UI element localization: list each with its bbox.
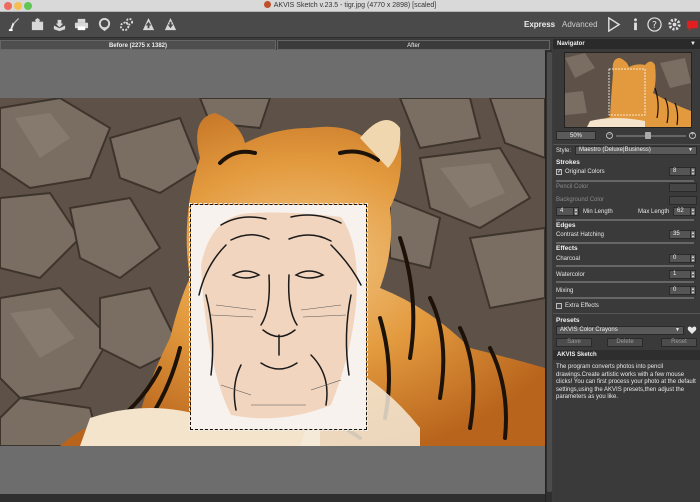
chevron-down-icon: ▼: [675, 327, 680, 333]
favorite-heart-icon[interactable]: [687, 325, 697, 335]
presets-dropdown[interactable]: AKVIS Color Crayons ▼: [556, 326, 684, 335]
run-icon[interactable]: [605, 16, 622, 33]
zoom-out-icon[interactable]: −: [606, 132, 613, 139]
extra-effects-checkbox[interactable]: [556, 303, 562, 309]
min-length-spinner[interactable]: ▲ ▼: [573, 207, 579, 216]
mixing-label: Mixing: [556, 288, 574, 294]
min-length-value[interactable]: 4: [556, 207, 574, 216]
delete-preset-button[interactable]: Delete: [607, 338, 643, 347]
original-colors-spinner[interactable]: ▲ ▼: [690, 167, 696, 176]
charcoal-value[interactable]: 0: [669, 254, 691, 263]
collapse-arrow-icon[interactable]: ▼: [690, 39, 696, 49]
view-tabs: Before (2275 x 1382) After: [0, 39, 552, 50]
divider: [553, 144, 700, 145]
strokes-header: Strokes: [556, 159, 580, 166]
presets-header: Presets: [556, 317, 580, 324]
share-icon[interactable]: [96, 16, 113, 33]
svg-text:?: ?: [652, 20, 657, 31]
tab-after[interactable]: After: [277, 40, 550, 50]
length-range-slider[interactable]: [556, 219, 694, 221]
settings-panel: Navigator ▼ 50% − + Style: Maestro (Delux…: [553, 39, 700, 502]
charcoal-slider[interactable]: [556, 265, 694, 267]
save-preset-button[interactable]: Save: [556, 338, 592, 347]
effects-header: Effects: [556, 245, 578, 252]
toolbar: Express Advanced ?: [0, 12, 700, 38]
mixing-spinner[interactable]: ▲ ▼: [690, 286, 696, 295]
print-icon[interactable]: [73, 16, 90, 33]
info-icon[interactable]: [627, 16, 644, 33]
horizontal-scrollbar[interactable]: [0, 494, 545, 502]
edges-header: Edges: [556, 222, 576, 229]
zoom-slider[interactable]: [616, 135, 686, 137]
background-color-swatch[interactable]: [669, 196, 697, 205]
original-colors-checkbox[interactable]: ✓: [556, 169, 562, 175]
zoom-slider-handle[interactable]: [645, 132, 651, 139]
background-color-label: Background Color: [556, 197, 605, 203]
window-title: AKVIS Sketch v.23.5 - tigr.jpg (4770 x 2…: [0, 1, 700, 9]
advanced-mode-button[interactable]: Advanced: [562, 20, 598, 29]
info-header: AKVIS Sketch: [553, 350, 700, 360]
chevron-down-icon: ▼: [688, 147, 693, 153]
notify-icon[interactable]: [684, 16, 700, 33]
zoom-in-icon[interactable]: +: [689, 132, 696, 139]
navigator-header[interactable]: Navigator ▼: [553, 39, 700, 49]
express-mode-button[interactable]: Express: [524, 20, 555, 29]
pencil-color-swatch[interactable]: [669, 183, 697, 192]
sketch-preview-area[interactable]: [189, 203, 368, 431]
min-length-label: Min Length: [583, 209, 613, 215]
tiger-photo: [0, 98, 545, 446]
help-icon[interactable]: ?: [646, 16, 663, 33]
watercolor-spinner[interactable]: ▲ ▼: [690, 270, 696, 279]
save-icon[interactable]: [51, 16, 68, 33]
title-bar: AKVIS Sketch v.23.5 - tigr.jpg (4770 x 2…: [0, 0, 700, 12]
navigator-thumbnail[interactable]: [564, 52, 692, 128]
style-label: Style:: [556, 148, 572, 154]
contrast-hatching-label: Contrast Hatching: [556, 232, 605, 238]
contrast-hatching-slider[interactable]: [556, 242, 694, 244]
watercolor-slider[interactable]: [556, 281, 694, 283]
original-colors-value[interactable]: 8: [669, 167, 691, 176]
charcoal-label: Charcoal: [556, 256, 581, 262]
open-icon[interactable]: [29, 16, 46, 33]
watercolor-label: Watercolor: [556, 272, 585, 278]
max-length-spinner[interactable]: ▲ ▼: [690, 207, 696, 216]
max-length-label: Max Length: [638, 209, 670, 215]
contrast-hatching-value[interactable]: 35: [669, 230, 691, 239]
style-dropdown[interactable]: Maestro (Deluxe|Business) ▼: [575, 146, 697, 155]
reset-preset-button[interactable]: Reset: [661, 338, 697, 347]
zoom-field[interactable]: 50%: [556, 131, 596, 140]
image-canvas[interactable]: [0, 50, 545, 494]
original-colors-slider[interactable]: [556, 180, 694, 182]
scrollbar-thumb[interactable]: [547, 52, 552, 492]
batch-icon[interactable]: [118, 16, 135, 33]
watercolor-value[interactable]: 1: [669, 270, 691, 279]
extra-effects-label: Extra Effects: [565, 303, 599, 309]
original-colors-label: Original Colors: [565, 169, 605, 175]
settings-icon[interactable]: [666, 16, 683, 33]
brush-logo-icon[interactable]: [6, 16, 23, 33]
tab-before[interactable]: Before (2275 x 1382): [0, 40, 276, 50]
download-icon[interactable]: [162, 16, 179, 33]
upload-icon[interactable]: [140, 16, 157, 33]
charcoal-spinner[interactable]: ▲ ▼: [690, 254, 696, 263]
max-length-value[interactable]: 62: [673, 207, 691, 216]
mixing-slider[interactable]: [556, 297, 694, 299]
divider: [553, 313, 700, 314]
vertical-scrollbar[interactable]: [545, 50, 552, 502]
app-icon: [263, 1, 271, 8]
pencil-color-label: Pencil Color: [556, 184, 589, 190]
contrast-hatching-spinner[interactable]: ▲ ▼: [690, 230, 696, 239]
info-text: The program converts photos into pencil …: [556, 364, 696, 400]
mixing-value[interactable]: 0: [669, 286, 691, 295]
